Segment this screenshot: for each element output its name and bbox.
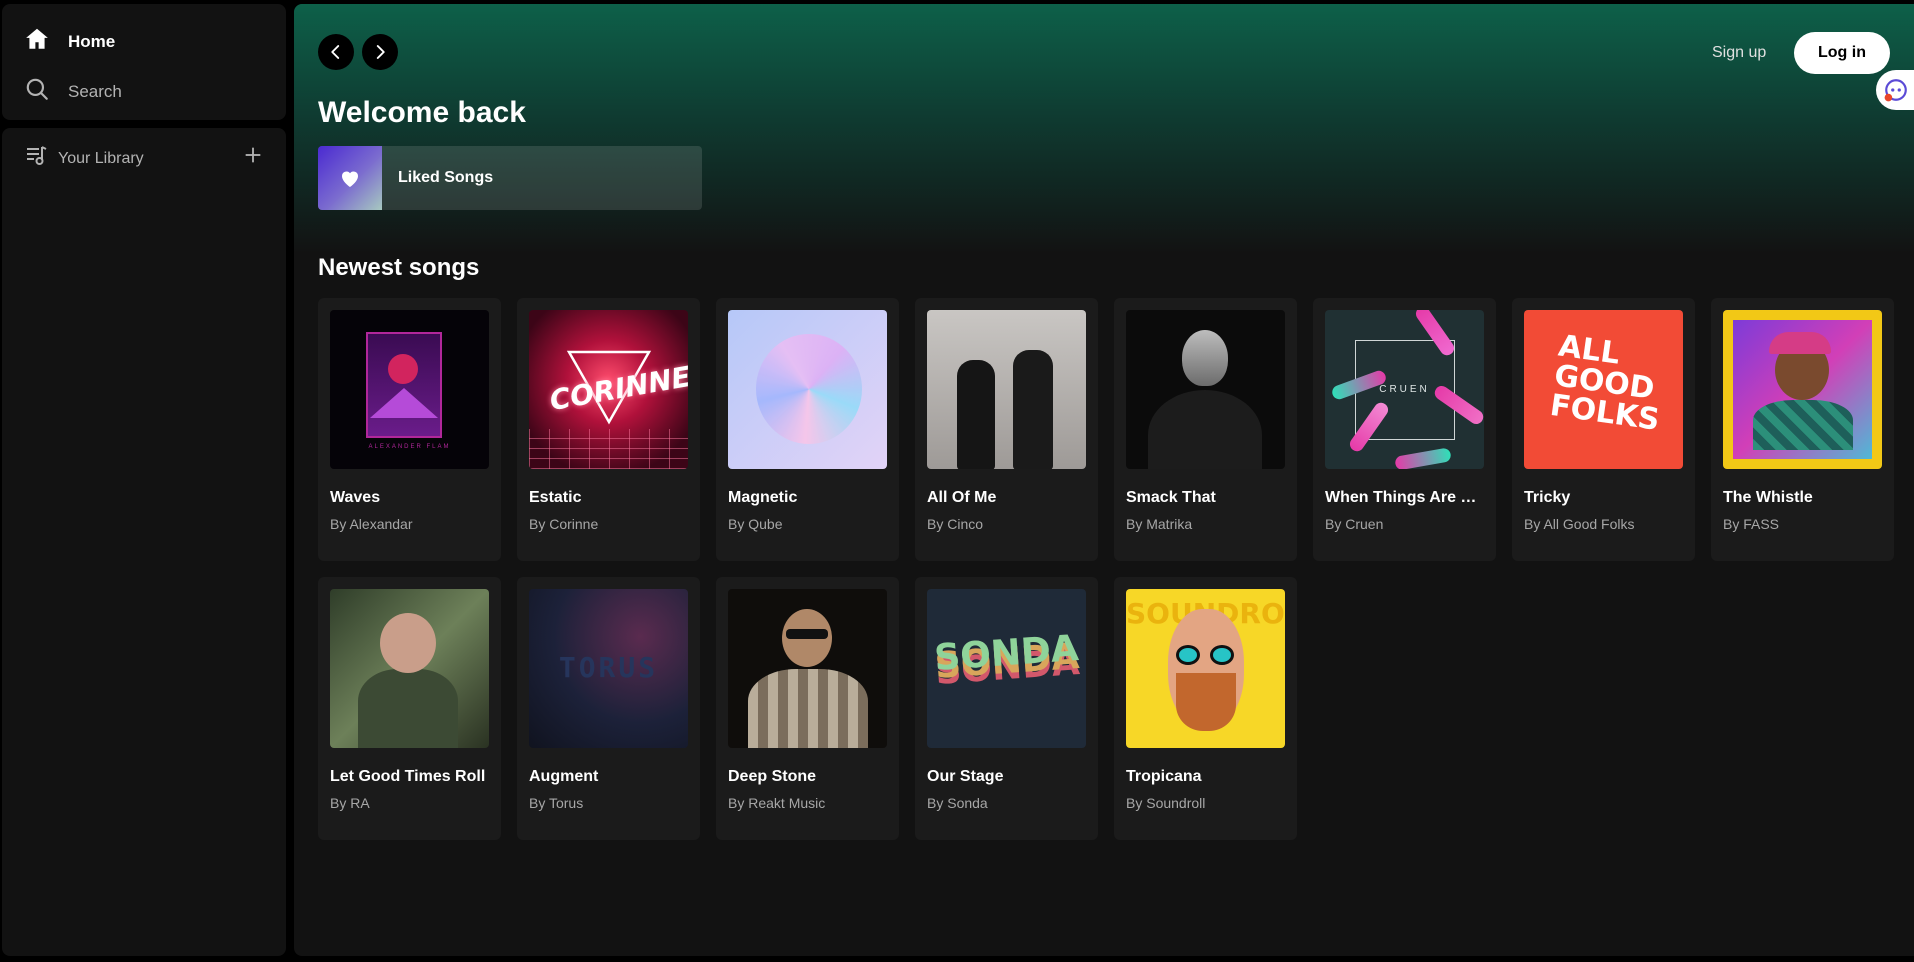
- song-artist: By All Good Folks: [1524, 516, 1635, 532]
- liked-songs-shortcut[interactable]: Liked Songs: [318, 146, 702, 210]
- sidebar-nav: Home Search: [2, 4, 286, 120]
- song-title: Our Stage: [927, 768, 1004, 785]
- song-artist: By RA: [330, 795, 370, 811]
- heart-icon: [342, 171, 358, 187]
- song-card[interactable]: CRUEN When Things Are Fl... By Cruen: [1313, 298, 1496, 561]
- nav-home[interactable]: Home: [24, 26, 115, 57]
- song-card[interactable]: The Whistle By FASS: [1711, 298, 1894, 561]
- song-artist: By Reakt Music: [728, 795, 826, 811]
- song-title: Magnetic: [728, 489, 798, 506]
- back-button[interactable]: [318, 34, 354, 70]
- song-card[interactable]: Let Good Times Roll By RA: [318, 577, 501, 840]
- song-title: Tricky: [1524, 489, 1571, 506]
- login-button[interactable]: Log in: [1794, 32, 1890, 74]
- forward-button[interactable]: [362, 34, 398, 70]
- song-title: The Whistle: [1723, 489, 1813, 506]
- song-card[interactable]: Smack That By Matrika: [1114, 298, 1297, 561]
- album-cover: [330, 589, 489, 748]
- song-artist: By Soundroll: [1126, 795, 1206, 811]
- cover-text: CRUEN: [1379, 384, 1430, 395]
- songs-grid: ALEXANDER FLAM Waves By Alexandar CORINN…: [318, 298, 1894, 840]
- album-cover: CRUEN: [1325, 310, 1484, 469]
- home-icon: [24, 26, 50, 57]
- liked-songs-label: Liked Songs: [398, 169, 494, 186]
- song-title: Smack That: [1126, 489, 1216, 506]
- your-library-button[interactable]: Your Library: [24, 144, 144, 173]
- song-card[interactable]: CORINNE Estatic By Corinne: [517, 298, 700, 561]
- nav-search[interactable]: Search: [24, 76, 122, 107]
- song-artist: By Torus: [529, 795, 584, 811]
- main-content: Sign up Log in Welcome back Liked Songs …: [294, 4, 1914, 956]
- song-card[interactable]: SOUNDROLL Tropicana By Soundroll: [1114, 577, 1297, 840]
- song-card[interactable]: ALEXANDER FLAM Waves By Alexandar: [318, 298, 501, 561]
- song-card[interactable]: SONDA Our Stage By Sonda: [915, 577, 1098, 840]
- song-artist: By Matrika: [1126, 516, 1193, 532]
- album-cover: [728, 589, 887, 748]
- song-artist: By Alexandar: [330, 516, 413, 532]
- plus-icon: [245, 147, 261, 163]
- song-title: All Of Me: [927, 489, 997, 506]
- song-card[interactable]: ALL GOOD FOLKS Tricky By All Good Folks: [1512, 298, 1695, 561]
- extension-icon[interactable]: [1876, 70, 1914, 110]
- cover-text: ALEXANDER FLAM: [368, 444, 451, 450]
- song-title: Let Good Times Roll: [330, 768, 486, 785]
- song-title: When Things Are Fl...: [1325, 489, 1484, 506]
- header-gradient: [294, 4, 1914, 254]
- album-cover: SOUNDROLL: [1126, 589, 1285, 748]
- song-card[interactable]: All Of Me By Cinco: [915, 298, 1098, 561]
- library-icon: [24, 144, 48, 173]
- search-icon: [24, 76, 50, 107]
- create-playlist-button[interactable]: [242, 144, 264, 166]
- song-title: Deep Stone: [728, 768, 817, 785]
- song-title: Estatic: [529, 489, 582, 506]
- nav-home-label: Home: [68, 31, 116, 51]
- your-library-label: Your Library: [58, 149, 144, 167]
- song-title: Tropicana: [1126, 768, 1202, 785]
- chevron-left-icon: [331, 45, 340, 59]
- cover-text: SONDA: [933, 628, 1080, 679]
- library-panel: Your Library: [2, 128, 286, 956]
- chevron-right-icon: [376, 45, 385, 59]
- album-cover: TORUS: [529, 589, 688, 748]
- song-artist: By Corinne: [529, 516, 599, 532]
- page-title: Welcome back: [318, 96, 526, 129]
- album-cover: [1723, 310, 1882, 469]
- song-artist: By FASS: [1723, 516, 1780, 532]
- song-artist: By Cinco: [927, 516, 984, 532]
- album-cover: ALEXANDER FLAM: [330, 310, 489, 469]
- song-card[interactable]: Deep Stone By Reakt Music: [716, 577, 899, 840]
- song-artist: By Cruen: [1325, 516, 1384, 532]
- nav-search-label: Search: [68, 81, 122, 101]
- song-card[interactable]: Magnetic By Qube: [716, 298, 899, 561]
- liked-songs-art: [318, 146, 382, 210]
- album-cover: [1126, 310, 1285, 469]
- signup-button[interactable]: Sign up: [1712, 44, 1766, 62]
- song-title: Augment: [529, 768, 599, 785]
- song-artist: By Qube: [728, 516, 783, 532]
- history-nav: [318, 34, 398, 70]
- album-cover: ALL GOOD FOLKS: [1524, 310, 1683, 469]
- song-card[interactable]: TORUS Augment By Torus: [517, 577, 700, 840]
- song-artist: By Sonda: [927, 795, 988, 811]
- section-title: Newest songs: [318, 254, 480, 281]
- cover-text: ALL GOOD FOLKS: [1547, 328, 1662, 438]
- song-title: Waves: [330, 489, 381, 506]
- album-cover: CORINNE: [529, 310, 688, 469]
- cover-text: TORUS: [558, 651, 659, 684]
- album-cover: [927, 310, 1086, 469]
- album-cover: SONDA: [927, 589, 1086, 748]
- album-cover: [728, 310, 887, 469]
